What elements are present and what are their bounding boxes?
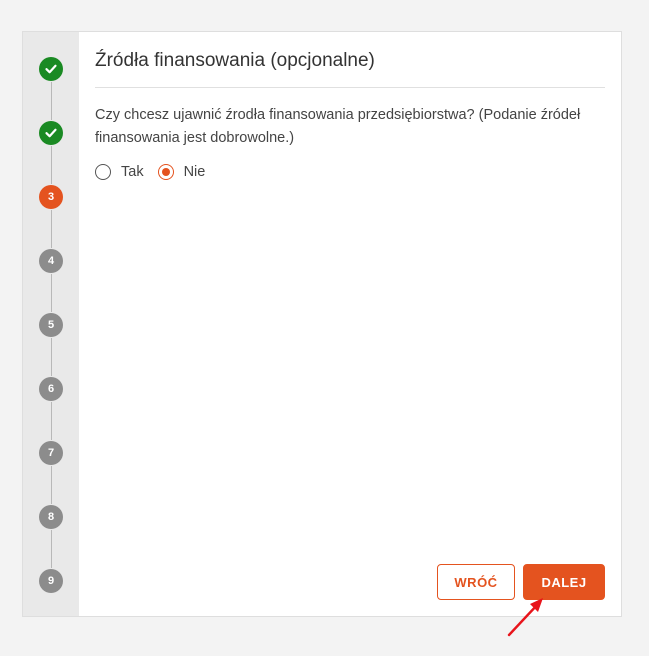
step-connector [51, 146, 52, 184]
step-8: 8 [39, 505, 63, 529]
form-content: Źródła finansowania (opcjonalne) Czy chc… [79, 32, 621, 616]
radio-option-tak[interactable]: Tak [95, 164, 144, 180]
wizard-panel: 3 4 5 6 7 8 9 Źródła finansowania (opcjo… [22, 31, 622, 617]
radio-option-nie[interactable]: Nie [157, 164, 206, 180]
step-connector [51, 402, 52, 440]
step-sidebar: 3 4 5 6 7 8 9 [23, 32, 79, 616]
step-connector [51, 530, 52, 568]
step-5: 5 [39, 313, 63, 337]
step-connector [51, 274, 52, 312]
check-icon [45, 64, 57, 74]
step-9: 9 [39, 569, 63, 593]
step-2-complete[interactable] [39, 121, 63, 145]
radio-button-tak[interactable] [95, 164, 111, 180]
section-title: Źródła finansowania (opcjonalne) [95, 50, 375, 71]
step-connector [51, 338, 52, 376]
step-7: 7 [39, 441, 63, 465]
step-4: 4 [39, 249, 63, 273]
check-icon [45, 128, 57, 138]
radio-button-nie[interactable] [157, 164, 174, 180]
annotation-arrow-icon [507, 598, 543, 637]
step-connector [51, 82, 52, 120]
radio-label-tak: Tak [121, 164, 144, 180]
step-3-current[interactable]: 3 [39, 185, 63, 209]
question-text: Czy chcesz ujawnić źrodła finansowania p… [95, 107, 581, 146]
step-6: 6 [39, 377, 63, 401]
radio-label-nie: Nie [183, 164, 206, 180]
step-connector [51, 210, 52, 248]
funding-disclosure-radio-group: Tak Nie [95, 164, 219, 180]
step-1-complete[interactable] [39, 57, 63, 81]
step-connector [51, 466, 52, 504]
radio-selected-dot [161, 168, 170, 176]
title-divider [95, 87, 605, 88]
